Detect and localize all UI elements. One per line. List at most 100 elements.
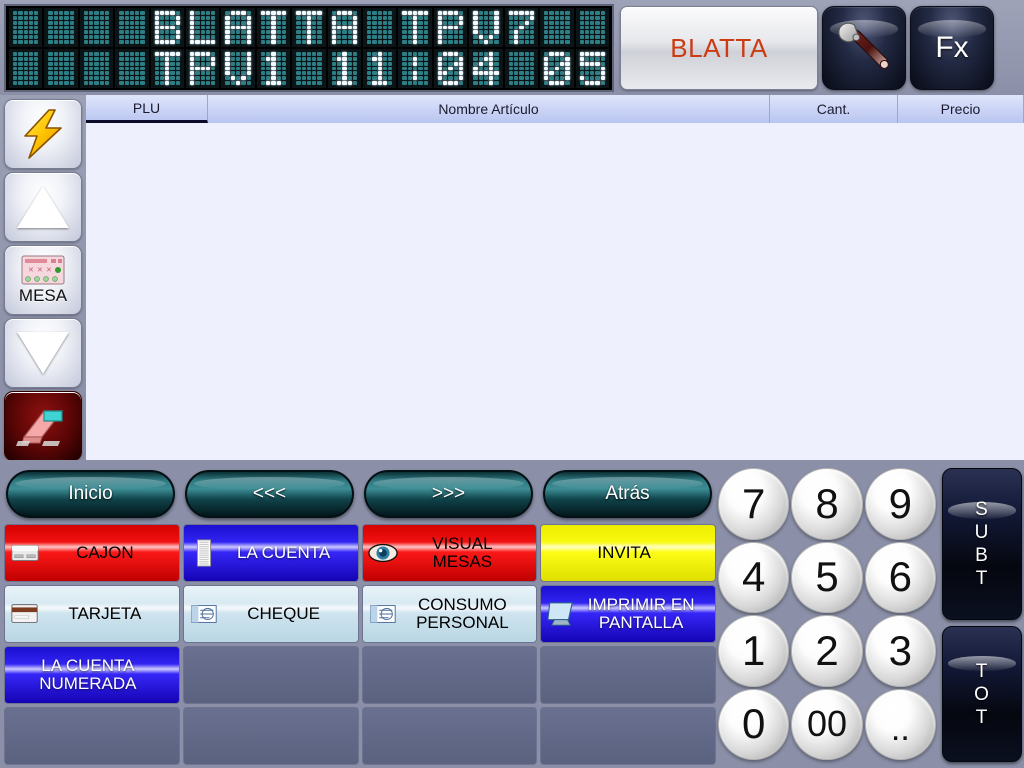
key-8[interactable]: 8 [791, 468, 863, 540]
led-character-cell [256, 8, 291, 47]
empty-slot [361, 646, 538, 704]
led-character-cell [79, 49, 114, 88]
led-character-cell [79, 8, 114, 47]
sidebar-item-label: MESA [18, 285, 68, 305]
led-character-cell [221, 8, 255, 47]
sidebar-item-erase[interactable] [4, 391, 82, 461]
nav-button-label: <<< [252, 483, 287, 504]
led-character-cell [504, 8, 539, 47]
consumo-personal-button[interactable]: CONSUMO PERSONAL [361, 585, 538, 643]
function-button-label: INVITA [597, 543, 651, 562]
key-label: 9 [888, 479, 912, 527]
empty-slot [4, 707, 180, 765]
key-1[interactable]: 1 [718, 615, 790, 687]
function-button-label: VISUAL MESAS [432, 534, 493, 571]
table-layout-icon: ✕ ✕ ✕ [21, 255, 65, 284]
function-button-label: IMPRIMIR EN PANTALLA [587, 595, 695, 632]
column-header-cant: Cant. [770, 95, 898, 123]
empty-slot [540, 646, 716, 704]
visual-mesas-button[interactable]: VISUAL MESAS [361, 524, 538, 582]
ticket-rows[interactable] [86, 123, 1024, 460]
navigation-row: Inicio <<< >>> Atrás [6, 470, 712, 518]
led-character-cell [9, 49, 43, 88]
led-character-cell [256, 49, 291, 88]
sidebar-item-scroll-up[interactable] [4, 172, 82, 242]
nav-button-label: >>> [431, 483, 466, 504]
pos-terminal-screen: BLATTA Fx ✕ ✕ ✕ MESA PLU Nombre Artículo… [0, 0, 1024, 768]
eraser-icon [16, 410, 64, 446]
key-9[interactable]: 9 [864, 468, 936, 540]
ticket-column-headers: PLU Nombre Artículo Cant. Precio [86, 95, 1024, 123]
function-button-grid: CAJON LA CUENTA VISUAL MESAS INVITA TARJETA C… [4, 524, 716, 765]
key-label: 4 [741, 553, 766, 601]
led-character-cell [540, 49, 574, 88]
svg-text:✕: ✕ [46, 267, 52, 274]
cheque-button[interactable]: CHEQUE [182, 585, 359, 643]
prev-page-button[interactable]: <<< [185, 470, 354, 518]
key-3[interactable]: 3 [864, 615, 936, 687]
subtotal-label-char: B [975, 545, 989, 566]
led-character-cell [398, 49, 432, 88]
key-decimal[interactable]: .. [864, 688, 936, 760]
key-0[interactable]: 0 [718, 688, 790, 760]
led-character-cell [363, 8, 397, 47]
led-character-cell [115, 8, 149, 47]
svg-text:✕: ✕ [37, 267, 43, 274]
sidebar-item-mesa[interactable]: ✕ ✕ ✕ MESA [4, 245, 82, 315]
la-cuenta-button[interactable]: LA CUENTA [182, 524, 359, 582]
led-character-cell [327, 49, 362, 88]
led-character-cell [469, 49, 503, 88]
wrench-icon[interactable] [822, 6, 906, 90]
brand-button[interactable]: BLATTA [620, 6, 818, 90]
key-label: 5 [815, 553, 839, 601]
fx-button[interactable]: Fx [910, 6, 994, 90]
function-button-label: CONSUMO PERSONAL [416, 595, 509, 632]
key-2[interactable]: 2 [791, 615, 863, 687]
next-page-button[interactable]: >>> [364, 470, 533, 518]
function-button-label: LA CUENTA [237, 543, 331, 562]
triangle-up-icon [17, 186, 69, 228]
led-character-cell [575, 8, 609, 47]
inicio-button[interactable]: Inicio [6, 470, 175, 518]
empty-slot [540, 707, 716, 765]
invita-button[interactable]: INVITA [540, 524, 716, 582]
empty-slot [182, 646, 359, 704]
led-character-cell [186, 49, 220, 88]
led-character-cell [398, 8, 432, 47]
column-header-plu: PLU [86, 95, 208, 123]
cajon-button[interactable]: CAJON [4, 524, 180, 582]
led-character-cell [115, 49, 149, 88]
key-label: 2 [815, 626, 839, 674]
led-character-cell [44, 49, 78, 88]
subtotal-button[interactable]: SUBT [942, 468, 1022, 620]
key-7[interactable]: 7 [718, 468, 790, 540]
led-character-cell [9, 8, 43, 47]
left-sidebar: ✕ ✕ ✕ MESA [0, 95, 86, 461]
led-character-cell [327, 8, 362, 47]
total-label-char: T [975, 706, 989, 728]
empty-slot [361, 707, 538, 765]
subtotal-label-char: S [975, 499, 989, 520]
nav-button-label: Inicio [68, 483, 113, 504]
lightning-bolt-icon [24, 109, 62, 159]
total-button[interactable]: TOT [942, 626, 1022, 762]
led-customer-display [4, 4, 614, 92]
led-character-cell [150, 49, 185, 88]
led-character-cell [433, 8, 468, 47]
column-header-nombre: Nombre Artículo [208, 95, 770, 123]
key-4[interactable]: 4 [718, 541, 790, 613]
key-00[interactable]: 00 [791, 688, 863, 760]
sidebar-item-scroll-down[interactable] [4, 318, 82, 388]
key-label: 00 [806, 703, 848, 745]
imprimir-en-pantalla-button[interactable]: IMPRIMIR EN PANTALLA [540, 585, 716, 643]
la-cuenta-numerada-button[interactable]: LA CUENTA NUMERADA [4, 646, 180, 704]
key-5[interactable]: 5 [791, 541, 863, 613]
key-6[interactable]: 6 [864, 541, 936, 613]
sidebar-item-lightning[interactable] [4, 99, 82, 169]
atras-button[interactable]: Atrás [543, 470, 712, 518]
key-label: 8 [815, 479, 839, 527]
key-label: 3 [888, 626, 912, 674]
led-character-cell [186, 8, 220, 47]
function-button-label: CAJON [76, 543, 134, 562]
tarjeta-button[interactable]: TARJETA [4, 585, 180, 643]
